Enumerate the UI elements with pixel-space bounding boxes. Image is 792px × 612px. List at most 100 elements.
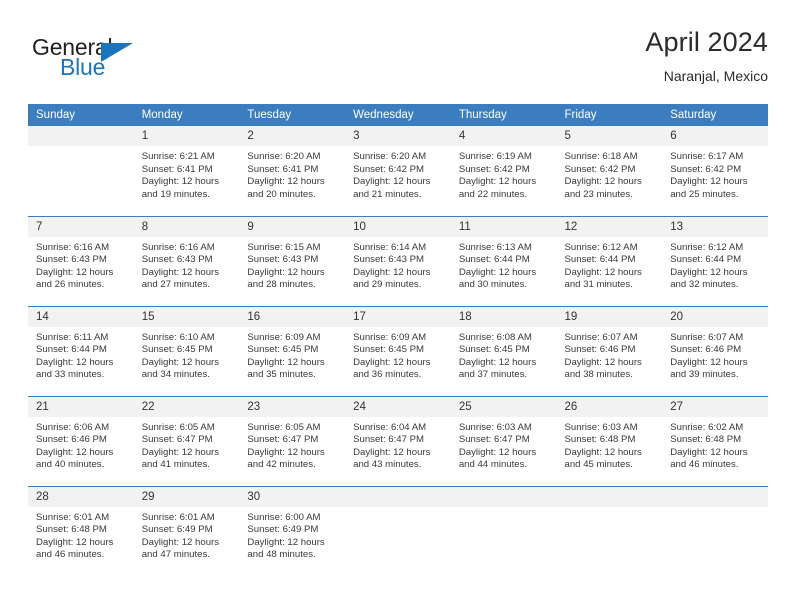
day-number: 3 — [345, 126, 451, 146]
day-details: Sunrise: 6:05 AM Sunset: 6:47 PM Dayligh… — [134, 417, 240, 472]
day-cell[interactable]: 5 Sunrise: 6:18 AM Sunset: 6:42 PM Dayli… — [556, 126, 663, 216]
day-cell — [345, 485, 451, 576]
daylight-text-cont: and 34 minutes. — [141, 369, 210, 381]
day-cell[interactable]: 7 Sunrise: 6:16 AM Sunset: 6:43 PM Dayli… — [28, 215, 134, 306]
day-number — [556, 486, 663, 507]
day-details: Sunrise: 6:12 AM Sunset: 6:44 PM Dayligh… — [662, 237, 768, 292]
day-cell[interactable]: 29 Sunrise: 6:01 AM Sunset: 6:49 PM Dayl… — [133, 485, 240, 576]
day-cell[interactable]: 23 Sunrise: 6:05 AM Sunset: 6:47 PM Dayl… — [239, 395, 346, 486]
day-cell[interactable]: 17 Sunrise: 6:09 AM Sunset: 6:45 PM Dayl… — [345, 305, 451, 396]
day-number: 16 — [239, 306, 346, 327]
daylight-text-cont: and 36 minutes. — [353, 369, 422, 381]
day-cell[interactable]: 22 Sunrise: 6:05 AM Sunset: 6:47 PM Dayl… — [133, 395, 240, 486]
day-number: 14 — [28, 306, 134, 327]
day-cell[interactable]: 2 Sunrise: 6:20 AM Sunset: 6:41 PM Dayli… — [239, 126, 346, 216]
day-number: 22 — [133, 396, 240, 417]
daylight-text: Daylight: 12 hours — [458, 356, 537, 368]
sunrise-text: Sunrise: 6:06 AM — [36, 421, 110, 433]
daylight-text: Daylight: 12 hours — [353, 266, 431, 278]
day-cell[interactable]: 15 Sunrise: 6:10 AM Sunset: 6:45 PM Dayl… — [133, 305, 240, 396]
sunset-text: Sunset: 6:48 PM — [36, 524, 107, 536]
sunrise-text: Sunrise: 6:09 AM — [247, 331, 321, 343]
page-header: General Blue April 2024 Naranjal, Mexico — [28, 26, 768, 94]
day-number: 7 — [28, 216, 134, 237]
day-cell[interactable]: 12 Sunrise: 6:12 AM Sunset: 6:44 PM Dayl… — [556, 215, 663, 306]
daylight-text: Daylight: 12 hours — [141, 446, 220, 458]
day-cell[interactable]: 21 Sunrise: 6:06 AM Sunset: 6:46 PM Dayl… — [28, 395, 134, 486]
sunrise-text: Sunrise: 6:05 AM — [247, 421, 321, 433]
day-cell[interactable]: 30 Sunrise: 6:00 AM Sunset: 6:49 PM Dayl… — [239, 485, 346, 576]
weekday-header-friday: Friday — [556, 104, 663, 126]
sunset-text: Sunset: 6:42 PM — [564, 163, 636, 175]
sunrise-text: Sunrise: 6:16 AM — [36, 241, 110, 253]
daylight-text: Daylight: 12 hours — [247, 356, 325, 368]
calendar-body: 1 Sunrise: 6:21 AM Sunset: 6:41 PM Dayli… — [28, 126, 768, 576]
sunset-text: Sunset: 6:45 PM — [141, 344, 213, 356]
daylight-text: Daylight: 12 hours — [458, 446, 537, 458]
day-cell[interactable]: 10 Sunrise: 6:14 AM Sunset: 6:43 PM Dayl… — [345, 215, 451, 306]
day-cell[interactable]: 24 Sunrise: 6:04 AM Sunset: 6:47 PM Dayl… — [345, 395, 451, 486]
day-number: 21 — [28, 396, 134, 417]
sunset-text: Sunset: 6:43 PM — [353, 254, 425, 266]
day-details: Sunrise: 6:08 AM Sunset: 6:45 PM Dayligh… — [451, 327, 557, 382]
daylight-text-cont: and 29 minutes. — [353, 279, 422, 291]
weekday-header-sunday: Sunday — [28, 104, 134, 126]
daylight-text: Daylight: 12 hours — [353, 356, 431, 368]
day-details: Sunrise: 6:15 AM Sunset: 6:43 PM Dayligh… — [239, 237, 345, 292]
daylight-text: Daylight: 12 hours — [564, 446, 642, 458]
day-cell[interactable]: 1 Sunrise: 6:21 AM Sunset: 6:41 PM Dayli… — [133, 126, 240, 216]
day-cell[interactable]: 14 Sunrise: 6:11 AM Sunset: 6:44 PM Dayl… — [28, 305, 134, 396]
sunset-text: Sunset: 6:42 PM — [353, 163, 425, 175]
day-number: 23 — [239, 396, 346, 417]
daylight-text-cont: and 41 minutes. — [141, 459, 210, 471]
sunrise-text: Sunrise: 6:03 AM — [564, 421, 638, 433]
sunrise-text: Sunrise: 6:16 AM — [141, 241, 215, 253]
day-cell[interactable]: 3 Sunrise: 6:20 AM Sunset: 6:42 PM Dayli… — [345, 126, 451, 216]
day-cell[interactable]: 13 Sunrise: 6:12 AM Sunset: 6:44 PM Dayl… — [662, 215, 768, 306]
daylight-text-cont: and 46 minutes. — [36, 549, 105, 561]
day-number: 17 — [345, 306, 451, 327]
calendar-grid: Sunday Monday Tuesday Wednesday Thursday… — [28, 104, 768, 576]
day-cell[interactable]: 16 Sunrise: 6:09 AM Sunset: 6:45 PM Dayl… — [239, 305, 346, 396]
day-cell[interactable]: 4 Sunrise: 6:19 AM Sunset: 6:42 PM Dayli… — [450, 126, 557, 216]
day-cell[interactable]: 19 Sunrise: 6:07 AM Sunset: 6:46 PM Dayl… — [556, 305, 663, 396]
day-details: Sunrise: 6:01 AM Sunset: 6:49 PM Dayligh… — [134, 507, 240, 562]
weekday-header-tuesday: Tuesday — [239, 104, 346, 126]
day-cell[interactable]: 6 Sunrise: 6:17 AM Sunset: 6:42 PM Dayli… — [662, 126, 768, 216]
sunset-text: Sunset: 6:47 PM — [141, 434, 213, 446]
day-cell[interactable]: 20 Sunrise: 6:07 AM Sunset: 6:46 PM Dayl… — [662, 305, 768, 396]
daylight-text: Daylight: 12 hours — [247, 536, 325, 548]
daylight-text-cont: and 35 minutes. — [247, 369, 316, 381]
day-cell — [450, 485, 557, 576]
daylight-text-cont: and 27 minutes. — [141, 279, 210, 291]
day-cell[interactable]: 9 Sunrise: 6:15 AM Sunset: 6:43 PM Dayli… — [239, 215, 346, 306]
sunset-text: Sunset: 6:45 PM — [458, 344, 530, 356]
triangle-icon — [101, 43, 133, 62]
sunset-text: Sunset: 6:46 PM — [36, 434, 107, 446]
day-cell[interactable]: 11 Sunrise: 6:13 AM Sunset: 6:44 PM Dayl… — [450, 215, 557, 306]
day-details: Sunrise: 6:11 AM Sunset: 6:44 PM Dayligh… — [28, 327, 134, 382]
sunset-text: Sunset: 6:47 PM — [353, 434, 425, 446]
day-cell[interactable]: 8 Sunrise: 6:16 AM Sunset: 6:43 PM Dayli… — [133, 215, 240, 306]
sunrise-text: Sunrise: 6:17 AM — [670, 151, 744, 162]
day-cell[interactable]: 26 Sunrise: 6:03 AM Sunset: 6:48 PM Dayl… — [556, 395, 663, 486]
daylight-text: Daylight: 12 hours — [36, 356, 114, 368]
daylight-text-cont: and 20 minutes. — [247, 188, 316, 200]
day-cell[interactable]: 18 Sunrise: 6:08 AM Sunset: 6:45 PM Dayl… — [450, 305, 557, 396]
day-details: Sunrise: 6:06 AM Sunset: 6:46 PM Dayligh… — [28, 417, 134, 472]
day-cell[interactable]: 25 Sunrise: 6:03 AM Sunset: 6:47 PM Dayl… — [450, 395, 557, 486]
daylight-text-cont: and 30 minutes. — [458, 279, 528, 291]
day-number: 27 — [662, 396, 768, 417]
sunrise-text: Sunrise: 6:07 AM — [564, 331, 638, 343]
day-cell[interactable]: 27 Sunrise: 6:02 AM Sunset: 6:48 PM Dayl… — [662, 395, 768, 486]
sunrise-text: Sunrise: 6:01 AM — [36, 511, 110, 523]
weekday-header-saturday: Saturday — [662, 104, 768, 126]
sunset-text: Sunset: 6:41 PM — [247, 163, 319, 175]
day-details: Sunrise: 6:16 AM Sunset: 6:43 PM Dayligh… — [28, 237, 134, 292]
day-details: Sunrise: 6:00 AM Sunset: 6:49 PM Dayligh… — [239, 507, 345, 562]
week-row: 1 Sunrise: 6:21 AM Sunset: 6:41 PM Dayli… — [28, 126, 768, 216]
sunrise-text: Sunrise: 6:10 AM — [141, 331, 215, 343]
sunset-text: Sunset: 6:47 PM — [247, 434, 319, 446]
general-blue-logo[interactable]: General Blue — [28, 34, 208, 90]
day-cell[interactable]: 28 Sunrise: 6:01 AM Sunset: 6:48 PM Dayl… — [28, 485, 134, 576]
